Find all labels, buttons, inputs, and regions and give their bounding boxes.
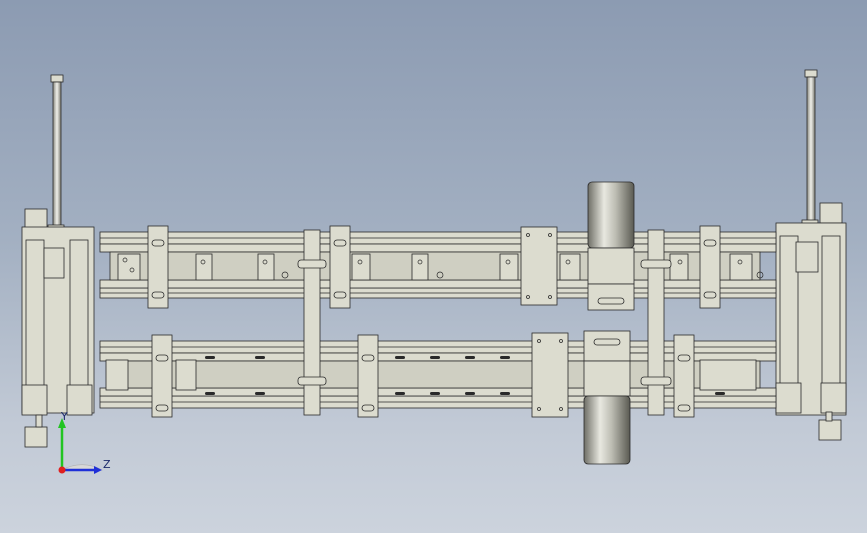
upper-center-plate[interactable] xyxy=(520,226,558,306)
lower-bracket-2[interactable] xyxy=(357,334,379,418)
cad-viewport[interactable]: Y Z xyxy=(0,0,867,533)
upper-drive-motor[interactable] xyxy=(587,181,635,311)
upper-bracket-1[interactable] xyxy=(147,225,169,309)
lower-bracket-1[interactable] xyxy=(151,334,173,418)
left-cylinder[interactable] xyxy=(47,74,65,242)
upper-bracket-3[interactable] xyxy=(699,225,721,309)
lower-bracket-3[interactable] xyxy=(673,334,695,418)
lower-drive-motor[interactable] xyxy=(583,330,631,465)
assembly-drawing xyxy=(21,69,847,474)
y-axis-label: Y xyxy=(61,410,68,423)
upper-bracket-2[interactable] xyxy=(329,225,351,309)
lower-center-plate[interactable] xyxy=(531,332,569,418)
upper-conveyor[interactable] xyxy=(99,231,777,299)
z-axis-label: Z xyxy=(103,458,111,471)
coordinate-triad xyxy=(58,418,104,474)
left-side-frame[interactable] xyxy=(21,208,95,448)
right-cylinder[interactable] xyxy=(801,69,819,237)
right-side-frame[interactable] xyxy=(775,202,847,441)
x-axis-icon xyxy=(58,466,66,474)
